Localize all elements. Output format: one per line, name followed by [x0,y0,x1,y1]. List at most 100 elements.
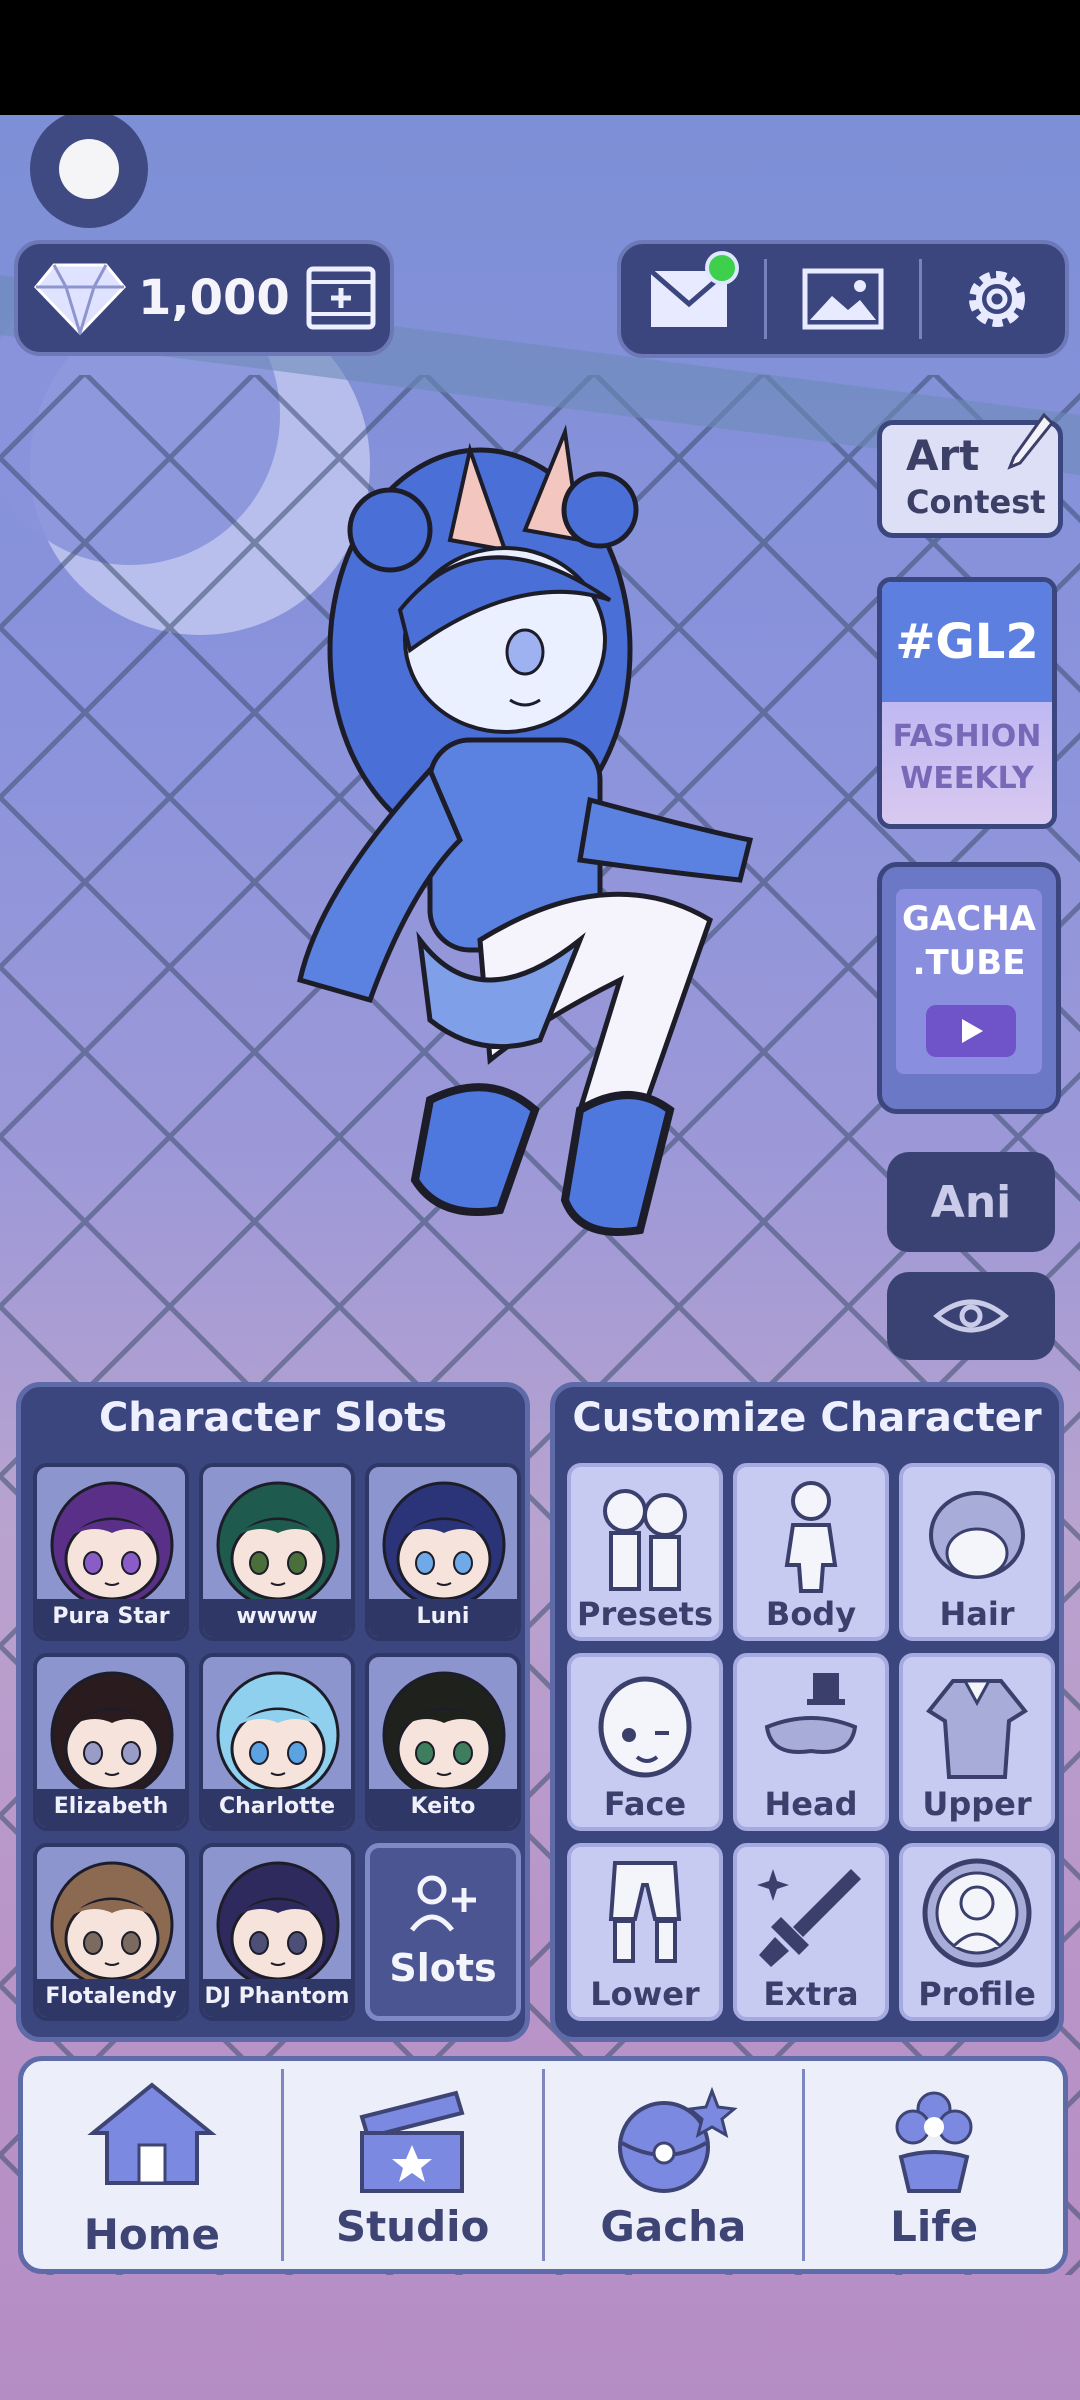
fashion-weekly-button[interactable]: #GL2 FASHION WEEKLY [877,577,1057,829]
gallery-button[interactable] [783,249,903,349]
character-slot[interactable]: Charlotte [199,1653,355,1831]
hair-button[interactable]: Hair [899,1463,1055,1641]
house-icon [87,2082,217,2185]
character-slot-name: Luni [369,1599,517,1637]
clapperboard-icon [359,2090,465,2193]
fashion-line1: FASHION [892,719,1042,754]
image-icon [802,268,884,330]
presets-icon [603,1489,687,1591]
customize-character-panel: Customize Character Presets Body Hair Fa… [550,1382,1064,2042]
add-user-icon [410,1875,476,1932]
character-slot-name: Charlotte [203,1789,351,1827]
character-slot[interactable]: DJ Phantom [199,1843,355,2021]
lower-button[interactable]: Lower [567,1843,723,2021]
character-avatar [216,1861,340,1983]
character-avatar [382,1671,506,1793]
character-slot[interactable]: Keito [365,1653,521,1831]
hair-label: Hair [939,1595,1015,1633]
head-accessory-icon [764,1673,858,1754]
profile-icon [922,1858,1032,1968]
extra-label: Extra [763,1975,859,2013]
customize-character-title: Customize Character [572,1395,1042,1441]
pencil-icon [1007,412,1055,470]
fashion-tag: #GL2 [882,582,1052,702]
presets-button[interactable]: Presets [567,1463,723,1641]
pants-icon [608,1861,682,1963]
face-button[interactable]: Face [567,1653,723,1831]
character-figure[interactable] [280,420,840,1270]
character-avatar [50,1671,174,1793]
gacha-ball-icon [618,2087,738,2193]
bottom-navigation: Home Studio Gacha Life [18,2056,1068,2274]
mail-button[interactable] [629,249,749,349]
character-slot[interactable]: wwww [199,1463,355,1641]
tube-line1: GACHA [902,899,1036,939]
nav-home-label: Home [83,2210,220,2259]
character-slots-title: Character Slots [98,1395,448,1441]
character-slot[interactable]: Flotalendy [33,1843,189,2021]
art-contest-line2: Contest [906,483,1046,521]
character-slot[interactable]: Luni [365,1463,521,1641]
character-slot-name: DJ Phantom [203,1979,351,2017]
body-icon [784,1481,838,1593]
body-button[interactable]: Body [733,1463,889,1641]
character-slot-name: Keito [369,1789,517,1827]
nav-gacha-label: Gacha [600,2202,747,2251]
gear-icon [969,271,1026,327]
flower-icon [895,2091,973,2193]
add-slots-button[interactable]: Slots [365,1843,521,2021]
character-avatar [216,1671,340,1793]
body-label: Body [765,1595,857,1633]
sword-icon [757,1869,861,1967]
character-slot-name: Flotalendy [37,1979,185,2017]
face-icon [598,1676,692,1778]
hair-icon [929,1491,1025,1579]
diamond-icon [34,263,126,335]
character-slot-name: Elizabeth [37,1789,185,1827]
visibility-button[interactable] [887,1272,1055,1360]
upper-label: Upper [922,1785,1032,1823]
character-slot[interactable]: Pura Star [33,1463,189,1641]
nav-life-label: Life [890,2202,979,2251]
art-contest-button[interactable]: Art Contest [877,412,1063,538]
character-slot-name: Pura Star [37,1599,185,1637]
character-avatar [50,1481,174,1603]
film-plus-icon[interactable] [306,266,376,330]
profile-button[interactable]: Profile [899,1843,1055,2021]
character-slot-name: wwww [203,1599,351,1637]
upper-button[interactable]: Upper [899,1653,1055,1831]
character-avatar [50,1861,174,1983]
add-slots-label: Slots [389,1946,497,1990]
record-button[interactable] [30,115,148,228]
presets-label: Presets [576,1595,714,1633]
character-slot[interactable]: Elizabeth [33,1653,189,1831]
nav-home[interactable]: Home [23,2061,281,2269]
character-slot-grid: Pura Star wwww Luni Elizabeth Charlotte Keito… [33,1463,521,2021]
gem-count: 1,000 [138,270,290,326]
extra-button[interactable]: Extra [733,1843,889,2021]
nav-gacha[interactable]: Gacha [541,2069,803,2261]
nav-life[interactable]: Life [802,2069,1063,2261]
notification-dot [704,251,739,285]
status-bar [0,0,1080,115]
face-label: Face [603,1785,687,1823]
top-actions [617,240,1069,358]
nav-studio[interactable]: Studio [280,2069,542,2261]
head-button[interactable]: Head [733,1653,889,1831]
eye-icon [933,1299,1009,1333]
tube-line2: .TUBE [912,943,1026,983]
app-screen: 1,000 Art Contest #GL2 FASHION WEEKLY GA… [0,0,1080,2400]
customize-grid: Presets Body Hair Face Head Upper Lower … [567,1463,1055,2021]
gacha-tube-button[interactable]: GACHA .TUBE [877,862,1061,1114]
character-avatar [216,1481,340,1603]
character-avatar [382,1481,506,1603]
nav-studio-label: Studio [335,2202,490,2251]
profile-label: Profile [918,1975,1036,2013]
lower-label: Lower [590,1975,700,2013]
settings-button[interactable] [937,249,1057,349]
currency-bar: 1,000 [14,240,394,356]
head-label: Head [764,1785,858,1823]
art-contest-line1: Art [906,431,980,480]
fashion-line2: WEEKLY [900,761,1034,796]
ani-button[interactable]: Ani [887,1152,1055,1252]
